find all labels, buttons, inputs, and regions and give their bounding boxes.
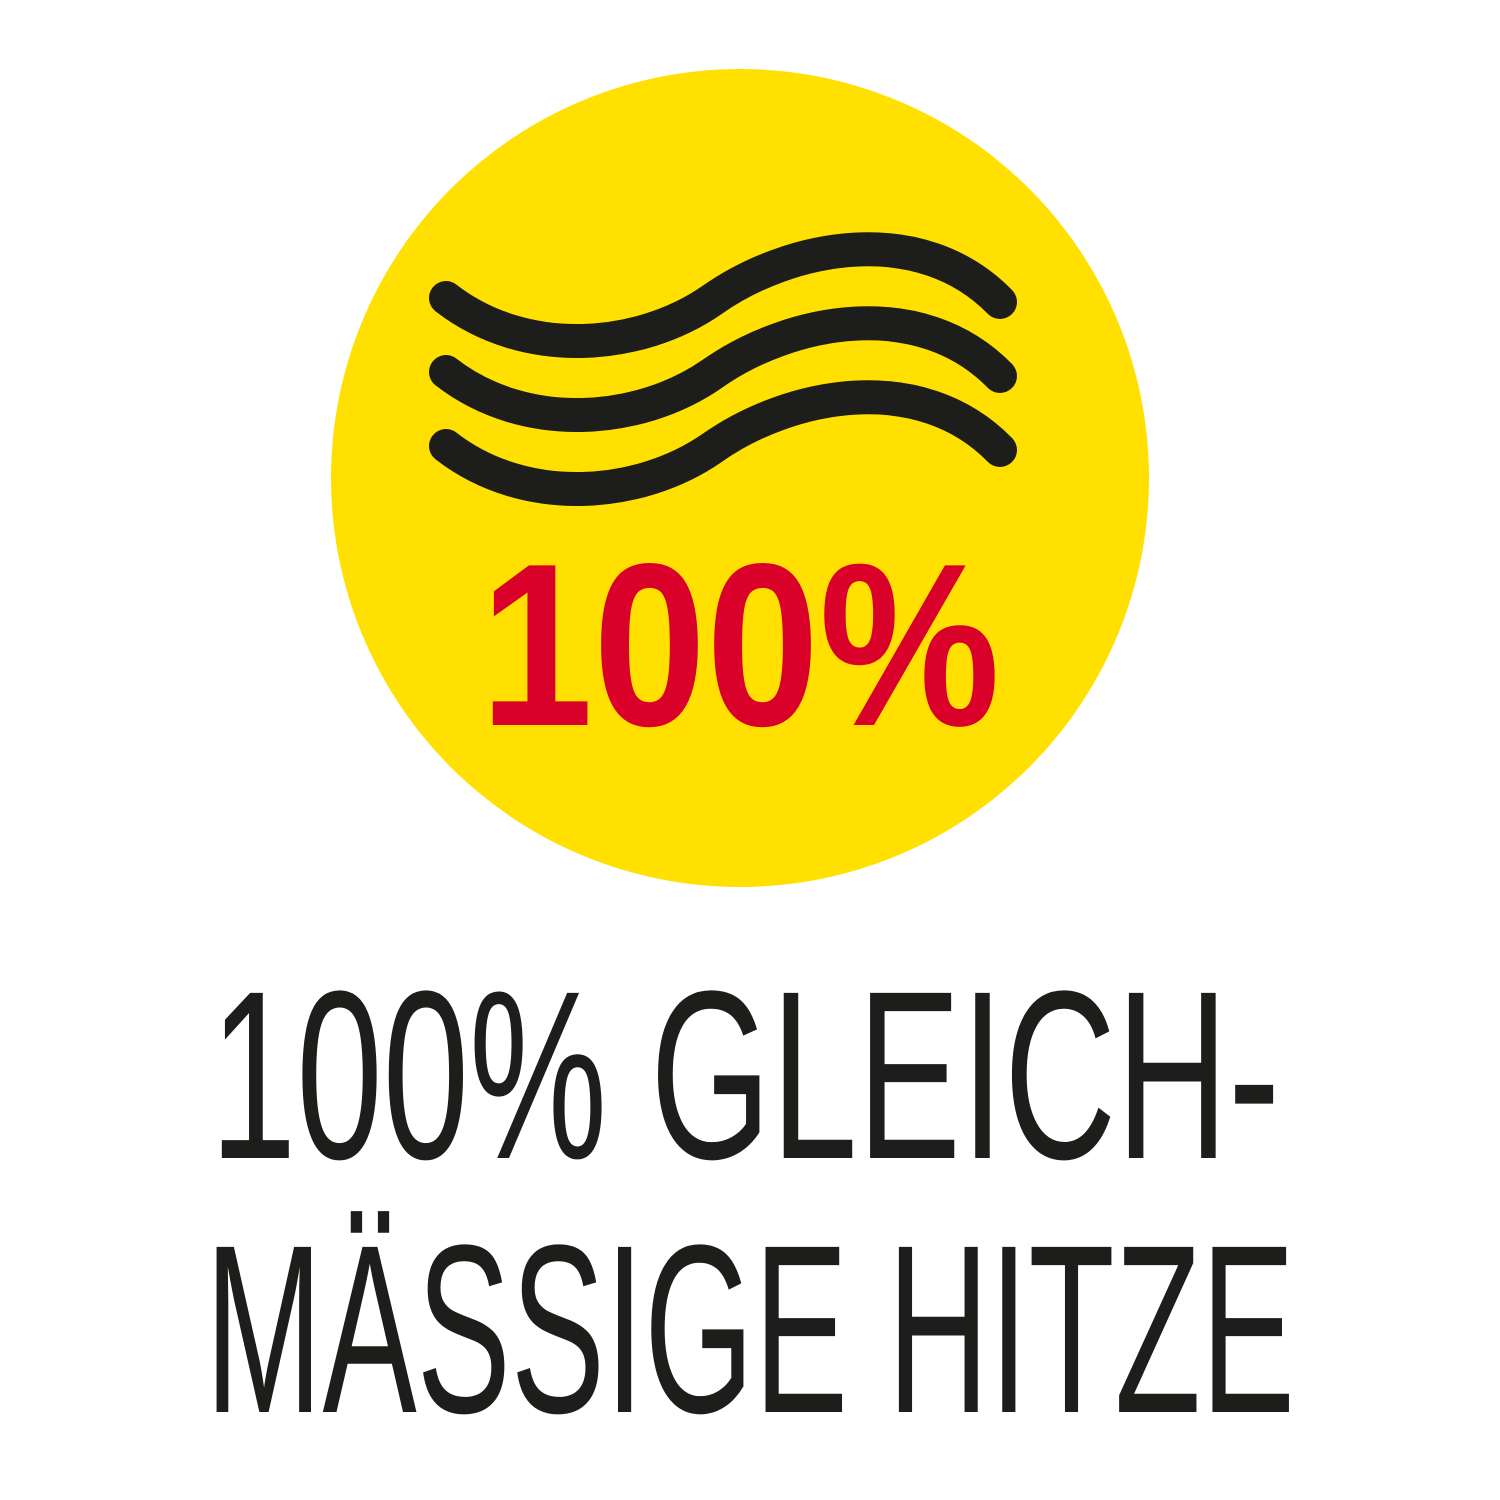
caption-line-2: MÄSSIGE HITZE bbox=[205, 1195, 1295, 1463]
heat-badge-graphic: 100% 100% GLEICH- MÄSSIGE HITZE bbox=[205, 69, 1295, 1463]
caption-line-1: 100% GLEICH- bbox=[210, 941, 1280, 1209]
percent-label: 100% bbox=[480, 516, 1000, 775]
